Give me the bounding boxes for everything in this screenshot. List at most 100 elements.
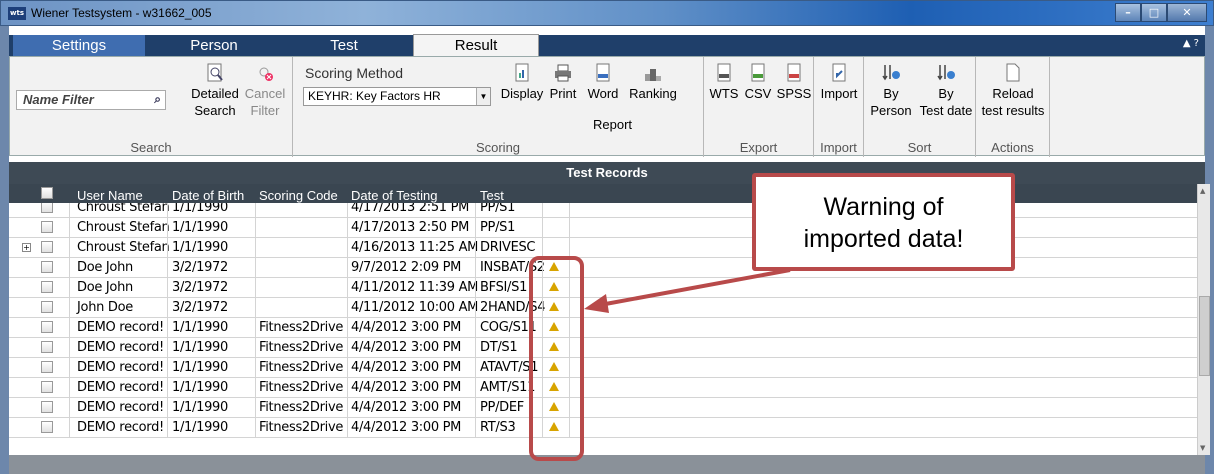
col-date-of-birth[interactable]: Date of Birth [172,188,244,203]
table-row[interactable]: Chroust Stefan 1/1/1990 4/17/2013 2:51 PM P… [9,203,1197,218]
table-row[interactable]: Doe John 3/2/1972 4/11/2012 11:39 AM BFSI/S… [9,278,1197,298]
row-checkbox[interactable] [41,381,53,393]
detailed-search-button[interactable]: Detailed Search [191,63,239,119]
cell-test: AMT/S11 [480,380,536,395]
maximize-icon[interactable]: □ [1141,3,1167,22]
table-row[interactable]: Doe John 3/2/1972 9/7/2012 2:09 PM INSBAT/S… [9,258,1197,278]
table-row[interactable]: John Doe 3/2/1972 4/11/2012 10:00 AM 2HAND/… [9,298,1197,318]
scroll-down-icon[interactable]: ▼ [1200,444,1205,452]
cell-date-of-testing: 4/11/2012 11:39 AM [351,280,479,295]
row-checkbox[interactable] [41,261,53,273]
table-row[interactable]: Chroust Stefan 1/1/1990 4/17/2013 2:50 PM P… [9,218,1197,238]
spss-file-icon [787,63,801,82]
ribbon-collapse-icon[interactable]: ▲ ? [1183,38,1199,49]
row-checkbox[interactable] [41,421,53,433]
import-button[interactable]: Import [815,63,863,102]
scoring-method-select[interactable]: KEYHR: Key Factors HR ▼ [303,87,491,106]
vertical-scrollbar[interactable]: ▲ ▼ [1197,184,1210,455]
row-checkbox[interactable] [41,281,53,293]
row-checkbox[interactable] [41,321,53,333]
row-checkbox[interactable] [41,203,53,213]
wts-file-icon [717,63,731,82]
expand-row-icon[interactable]: + [22,243,31,252]
select-all-checkbox[interactable] [41,187,53,199]
cell-date-of-birth: 1/1/1990 [172,380,228,395]
chevron-down-icon[interactable]: ▼ [476,88,490,105]
row-checkbox[interactable] [41,301,53,313]
ranking-label: Ranking [629,86,677,101]
export-spss-button[interactable]: SPSS [775,63,813,102]
close-icon[interactable]: ✕ [1167,3,1207,22]
reload-test-results-button[interactable]: Reload test results [978,63,1048,119]
import-label: Import [820,86,858,101]
cell-user-name: DEMO record! [77,380,164,395]
display-button[interactable]: Display [499,63,545,102]
cell-test: COG/S11 [480,320,537,335]
col-scoring-code[interactable]: Scoring Code [259,188,338,203]
scroll-up-icon[interactable]: ▲ [1200,187,1205,195]
annotation-callout: Warning of imported data! [752,173,1015,271]
group-sort: By Person By Test date Sort [864,57,976,157]
detailed-search-label-1: Detailed [191,86,239,101]
table-row[interactable]: + Chroust Stefan 1/1/1990 4/16/2013 11:25 A… [9,238,1197,258]
export-csv-button[interactable]: CSV [742,63,774,102]
table-row[interactable]: DEMO record! 1/1/1990 Fitness2Drive 4/4/201… [9,398,1197,418]
table-row[interactable]: DEMO record! 1/1/1990 Fitness2Drive 4/4/201… [9,378,1197,398]
row-checkbox[interactable] [41,221,53,233]
cancel-filter-label-1: Cancel [244,86,286,101]
tab-test[interactable]: Test [279,35,409,56]
group-export: WTS CSV SPSS Export [704,57,814,157]
sort-person-icon [882,65,900,81]
cell-date-of-birth: 1/1/1990 [172,420,228,435]
scrollbar-thumb[interactable] [1199,296,1210,376]
cell-date-of-birth: 3/2/1972 [172,300,228,315]
cell-date-of-testing: 4/11/2012 10:00 AM [351,300,479,315]
cell-test: DRIVESC [480,240,536,255]
sort-by-person-button[interactable]: By Person [867,63,915,119]
sort-by-test-date-button[interactable]: By Test date [916,63,976,119]
name-filter-input[interactable]: Name Filter ⌕ [16,90,166,110]
col-test[interactable]: Test [480,188,504,203]
tab-result[interactable]: Result [413,34,539,56]
warning-column-highlight [529,256,584,461]
cell-user-name: DEMO record! [77,400,164,415]
reload-label-1: Reload [992,86,1034,101]
cancel-filter-button[interactable]: Cancel Filter [241,63,289,119]
group-label-import: Import [820,140,857,155]
row-checkbox[interactable] [41,401,53,413]
col-date-of-testing[interactable]: Date of Testing [351,188,437,203]
printer-icon [555,64,571,82]
minimize-icon[interactable]: – [1115,3,1141,22]
cell-user-name: DEMO record! [77,340,164,355]
ranking-podium-icon [645,69,661,81]
tab-settings[interactable]: Settings [13,35,145,56]
cell-user-name: Chroust Stefan [77,240,170,255]
table-row[interactable]: DEMO record! 1/1/1990 Fitness2Drive 4/4/201… [9,358,1197,378]
ribbon-tabs: Settings Person Test Result ▲ ? [9,34,1205,56]
row-checkbox[interactable] [41,241,53,253]
cell-user-name: DEMO record! [77,320,164,335]
col-user-name[interactable]: User Name [77,188,143,203]
table-row[interactable]: DEMO record! 1/1/1990 Fitness2Drive 4/4/201… [9,338,1197,358]
callout-line-2: imported data! [803,225,964,253]
cell-date-of-testing: 9/7/2012 2:09 PM [351,260,462,275]
by-test-date-label-1: By [938,86,954,101]
cell-date-of-birth: 1/1/1990 [172,400,228,415]
cell-date-of-birth: 3/2/1972 [172,260,228,275]
ranking-button[interactable]: Ranking [625,63,681,102]
row-checkbox[interactable] [41,361,53,373]
table-row[interactable]: DEMO record! 1/1/1990 Fitness2Drive 4/4/201… [9,418,1197,438]
table-row[interactable]: DEMO record! 1/1/1990 Fitness2Drive 4/4/201… [9,318,1197,338]
cell-user-name: DEMO record! [77,360,164,375]
tab-person[interactable]: Person [149,35,279,56]
export-wts-button[interactable]: WTS [707,63,741,102]
cell-scoring-code: Fitness2Drive [259,420,344,435]
detailed-search-label-2: Search [194,103,236,118]
group-label-export: Export [739,140,778,155]
print-button[interactable]: Print [545,63,581,102]
row-checkbox[interactable] [41,341,53,353]
cell-date-of-testing: 4/4/2012 3:00 PM [351,320,462,335]
word-button[interactable]: Word [583,63,623,102]
cell-user-name: Doe John [77,280,133,295]
window-title: Wiener Testsystem - w31662_005 [31,6,212,20]
